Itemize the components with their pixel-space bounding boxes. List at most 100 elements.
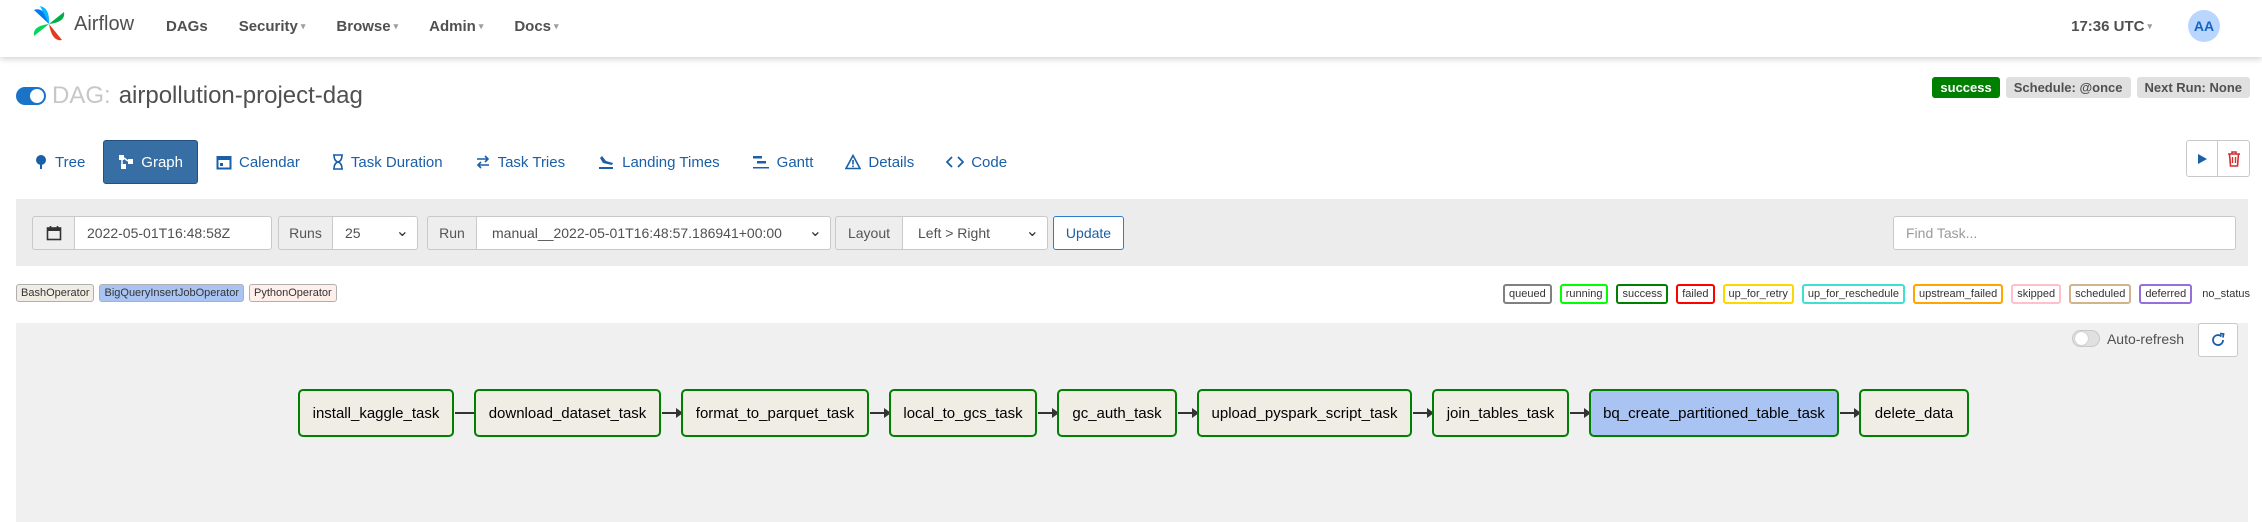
nav-admin-label: Admin [429, 17, 476, 35]
runs-select-value: 25 [345, 225, 361, 241]
auto-refresh-label: Auto-refresh [2106, 330, 2184, 347]
dag-prefix: DAG: [52, 82, 111, 109]
trigger-dag-button[interactable] [2186, 140, 2218, 177]
gantt-icon [752, 156, 769, 169]
next-run-badge: Next Run: None [2136, 77, 2250, 98]
delete-dag-button[interactable] [2218, 140, 2250, 177]
auto-refresh-control[interactable]: Auto-refresh [2071, 330, 2184, 347]
task-node[interactable]: bq_create_partitioned_table_task [1589, 389, 1839, 437]
airflow-logo[interactable]: Airflow [30, 4, 134, 44]
tab-task-duration[interactable]: Task Duration [318, 140, 457, 184]
update-button[interactable]: Update [1053, 216, 1124, 250]
tab-code[interactable]: Code [932, 140, 1021, 184]
edge-arrow [1178, 408, 1199, 418]
layout-select[interactable]: Left > Right [902, 216, 1048, 250]
brand-name: Airflow [74, 12, 135, 35]
tab-task-duration-label: Task Duration [350, 153, 443, 171]
navbar: Airflow DAGs Security ▾ Browse ▾ Admin ▾ Do… [0, 0, 2262, 57]
user-avatar[interactable]: AA [2188, 10, 2220, 42]
landing-icon [599, 156, 614, 169]
trash-icon [2227, 150, 2240, 167]
status-badge: success [1932, 77, 2000, 98]
runs-label: Runs [278, 216, 333, 250]
code-icon [946, 156, 965, 168]
nav-security[interactable]: Security ▾ [239, 18, 306, 35]
task-node[interactable]: gc_auth_task [1057, 389, 1177, 437]
task-node[interactable]: local_to_gcs_task [889, 389, 1037, 437]
nav-browse[interactable]: Browse ▾ [336, 18, 398, 35]
state-queued[interactable]: queued [1503, 284, 1552, 304]
refresh-icon [2212, 332, 2225, 346]
edge-arrow [1840, 408, 1861, 418]
nav-admin[interactable]: Admin ▾ [429, 18, 483, 35]
operator-bigquery: BigQueryInsertJobOperator [99, 284, 244, 302]
graph-canvas[interactable]: Auto-refresh install_kaggle_task downloa… [16, 323, 2248, 522]
tab-gantt-label: Gantt [776, 153, 814, 171]
state-deferred[interactable]: deferred [2139, 284, 2193, 304]
tab-tree-label: Tree [55, 153, 86, 171]
state-up-for-retry[interactable]: up_for_retry [1722, 284, 1794, 304]
tab-calendar-label: Calendar [239, 153, 300, 171]
state-up-for-reschedule[interactable]: up_for_reschedule [1801, 284, 1905, 304]
tab-code-label: Code [971, 153, 1008, 171]
auto-refresh-switch[interactable] [2071, 330, 2100, 347]
utc-clock[interactable]: 17:36 UTC ▾ [2071, 18, 2152, 35]
runs-select[interactable]: 25 [332, 216, 418, 250]
operator-python: PythonOperator [249, 284, 337, 302]
tab-calendar[interactable]: Calendar [202, 140, 314, 184]
edge-arrow [662, 408, 683, 418]
view-tabs: Tree Graph Calendar Task Duration Task T… [20, 140, 1025, 184]
hourglass-icon [332, 154, 343, 170]
run-select[interactable]: manual__2022-05-01T16:48:57.186941+00:00 [476, 216, 831, 250]
clock-label: 17:36 UTC [2071, 17, 2145, 35]
tab-details[interactable]: Details [831, 140, 928, 184]
tab-landing-times[interactable]: Landing Times [583, 140, 734, 184]
find-task-input[interactable]: Find Task... [1893, 216, 2236, 250]
nav-browse-label: Browse [336, 17, 391, 35]
edge-arrow [870, 408, 891, 418]
nav-docs[interactable]: Docs ▾ [514, 18, 558, 35]
refresh-button[interactable] [2198, 323, 2238, 357]
run-select-value: manual__2022-05-01T16:48:57.186941+00:00 [492, 225, 782, 241]
state-scheduled[interactable]: scheduled [2069, 284, 2132, 304]
task-node[interactable]: upload_pyspark_script_task [1197, 389, 1412, 437]
tab-graph[interactable]: Graph [103, 140, 198, 184]
task-node[interactable]: download_dataset_task [474, 389, 661, 437]
date-picker-addon[interactable] [32, 216, 75, 250]
task-node[interactable]: install_kaggle_task [298, 389, 454, 437]
dag-id: airpollution-project-dag [118, 82, 363, 109]
tab-gantt[interactable]: Gantt [738, 140, 828, 184]
nav-security-label: Security [238, 17, 298, 35]
tab-landing-times-label: Landing Times [622, 153, 720, 171]
layout-select-value: Left > Right [918, 225, 990, 241]
caret-down-icon: ▾ [300, 20, 306, 31]
dag-title: DAG: airpollution-project-dag [16, 82, 363, 110]
task-node[interactable]: delete_data [1859, 389, 1969, 437]
tab-tree[interactable]: Tree [20, 140, 99, 184]
state-failed[interactable]: failed [1676, 284, 1715, 304]
dag-pause-toggle[interactable] [16, 87, 46, 105]
dag-actions [2186, 140, 2250, 177]
state-success[interactable]: success [1616, 284, 1669, 304]
tab-task-tries[interactable]: Task Tries [461, 140, 580, 184]
task-node[interactable]: join_tables_task [1432, 389, 1569, 437]
base-date-input[interactable]: 2022-05-01T16:48:58Z [74, 216, 272, 250]
play-icon [2198, 153, 2207, 164]
task-node[interactable]: format_to_parquet_task [681, 389, 869, 437]
state-no-status[interactable]: no_status [2202, 288, 2250, 300]
nav-dags-label: DAGs [166, 17, 208, 35]
caret-down-icon: ▾ [393, 20, 399, 31]
nav-docs-label: Docs [514, 17, 552, 35]
edge-arrow [1413, 408, 1434, 418]
graph-icon [119, 155, 134, 169]
run-label: Run [427, 216, 477, 250]
state-upstream-failed[interactable]: upstream_failed [1912, 284, 2004, 304]
main-nav: DAGs Security ▾ Browse ▾ Admin ▾ Docs ▾ [166, 0, 590, 52]
edge-arrow [1038, 408, 1059, 418]
state-running[interactable]: running [1559, 284, 1609, 304]
calendar-icon [216, 156, 232, 170]
nav-dags[interactable]: DAGs [166, 18, 208, 35]
caret-down-icon: ▾ [554, 20, 559, 31]
state-skipped[interactable]: skipped [2011, 284, 2062, 304]
nav-right: 17:36 UTC ▾ AA [2071, 0, 2262, 52]
